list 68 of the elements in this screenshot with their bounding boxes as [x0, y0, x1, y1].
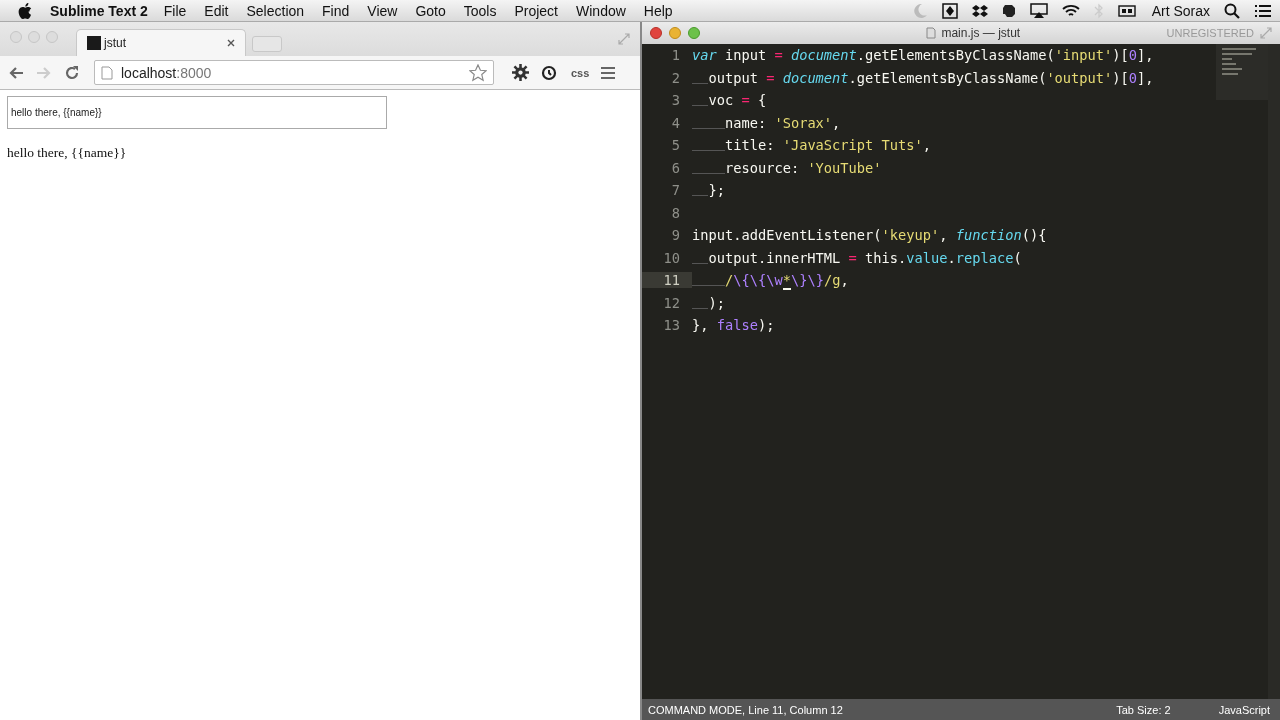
menu-icon[interactable]: [601, 65, 616, 80]
menu-item[interactable]: Goto: [415, 2, 446, 19]
file-icon: [926, 27, 937, 39]
star-icon[interactable]: [469, 63, 487, 82]
menu-item[interactable]: Edit: [204, 2, 229, 19]
code-line: var input = document.getElementsByClassName('input')[0],: [692, 47, 1154, 64]
line-number: 3: [670, 92, 681, 109]
menu-item[interactable]: Help: [643, 2, 673, 19]
code-line: }, false);: [692, 317, 775, 334]
line-number: 8: [670, 204, 681, 221]
box-icon[interactable]: [971, 2, 988, 19]
browser-tab[interactable]: jstut: [76, 29, 246, 56]
favicon-icon: [87, 36, 101, 50]
code-line: output = document.getElementsByClassName('output')[0],: [692, 69, 1154, 86]
line-number: 13: [662, 317, 681, 334]
list-icon[interactable]: [1254, 2, 1272, 19]
text-input-field[interactable]: hello there, {{name}}: [7, 96, 387, 129]
line-number: 10: [662, 249, 681, 266]
status-text: COMMAND MODE, Line 11, Column 12: [648, 703, 843, 716]
line-number: 4: [670, 114, 681, 131]
code-line: );: [692, 294, 725, 311]
wifi-icon[interactable]: [1061, 3, 1080, 18]
line-number: 5: [670, 137, 681, 154]
menu-item[interactable]: Find: [322, 2, 350, 19]
code-line: name: 'Sorax',: [692, 114, 841, 131]
line-number: 2: [670, 69, 681, 86]
menu-item[interactable]: View: [367, 2, 398, 19]
line-number: 1: [670, 47, 681, 64]
code-line: output.innerHTML = this.value.replace(: [692, 249, 1022, 266]
user-name[interactable]: Art Sorax: [1151, 2, 1210, 19]
code-line: title: 'JavaScript Tuts',: [692, 137, 931, 154]
code-line: };: [692, 182, 725, 199]
reload-icon[interactable]: [64, 64, 80, 81]
page-icon: [101, 65, 113, 80]
license-label: UNREGISTERED: [1166, 27, 1254, 39]
code-line: /\{\{\w*\}\}/g,: [692, 272, 849, 289]
tab-size-label[interactable]: Tab Size: 2: [1116, 703, 1171, 716]
code-line: input.addEventListener('keyup', function(){: [692, 227, 1047, 244]
menu-item[interactable]: Window: [576, 2, 626, 19]
menu-item[interactable]: Tools: [463, 2, 497, 19]
settings-icon[interactable]: [512, 64, 529, 81]
airplay-icon[interactable]: [1029, 2, 1048, 19]
line-number: 7: [670, 182, 681, 199]
window-title: main.js — jstut: [941, 26, 1021, 40]
apple-icon[interactable]: [18, 2, 32, 19]
minimap-drawing[interactable]: [1216, 44, 1268, 100]
address-bar[interactable]: localhost:8000: [94, 60, 494, 85]
code-line: resource: 'YouTube': [692, 159, 882, 176]
line-number: 12: [662, 294, 681, 311]
scrollbar[interactable]: [1268, 44, 1280, 699]
keyboard-icon[interactable]: [1117, 3, 1136, 18]
diamond-box-icon[interactable]: [941, 2, 958, 19]
menu-item[interactable]: Selection: [246, 2, 305, 19]
line-number: 6: [670, 159, 681, 176]
app-menu[interactable]: Sublime Text 2: [50, 2, 148, 19]
search-icon[interactable]: [1224, 2, 1240, 19]
line-number: 11: [642, 272, 692, 289]
close-window-button[interactable]: [650, 27, 662, 39]
menu-item[interactable]: File: [163, 2, 187, 19]
close-tab-icon[interactable]: [227, 39, 235, 47]
output-text: hello there, {{name}}: [7, 145, 128, 161]
menu-item[interactable]: Project: [514, 2, 558, 19]
zoom-window-button[interactable]: [688, 27, 700, 39]
code-line: voc = {: [692, 92, 767, 109]
back-icon[interactable]: [8, 64, 24, 81]
extension-button[interactable]: css: [571, 66, 590, 79]
syntax-label[interactable]: JavaScript: [1218, 703, 1270, 716]
line-number: 9: [670, 227, 681, 244]
